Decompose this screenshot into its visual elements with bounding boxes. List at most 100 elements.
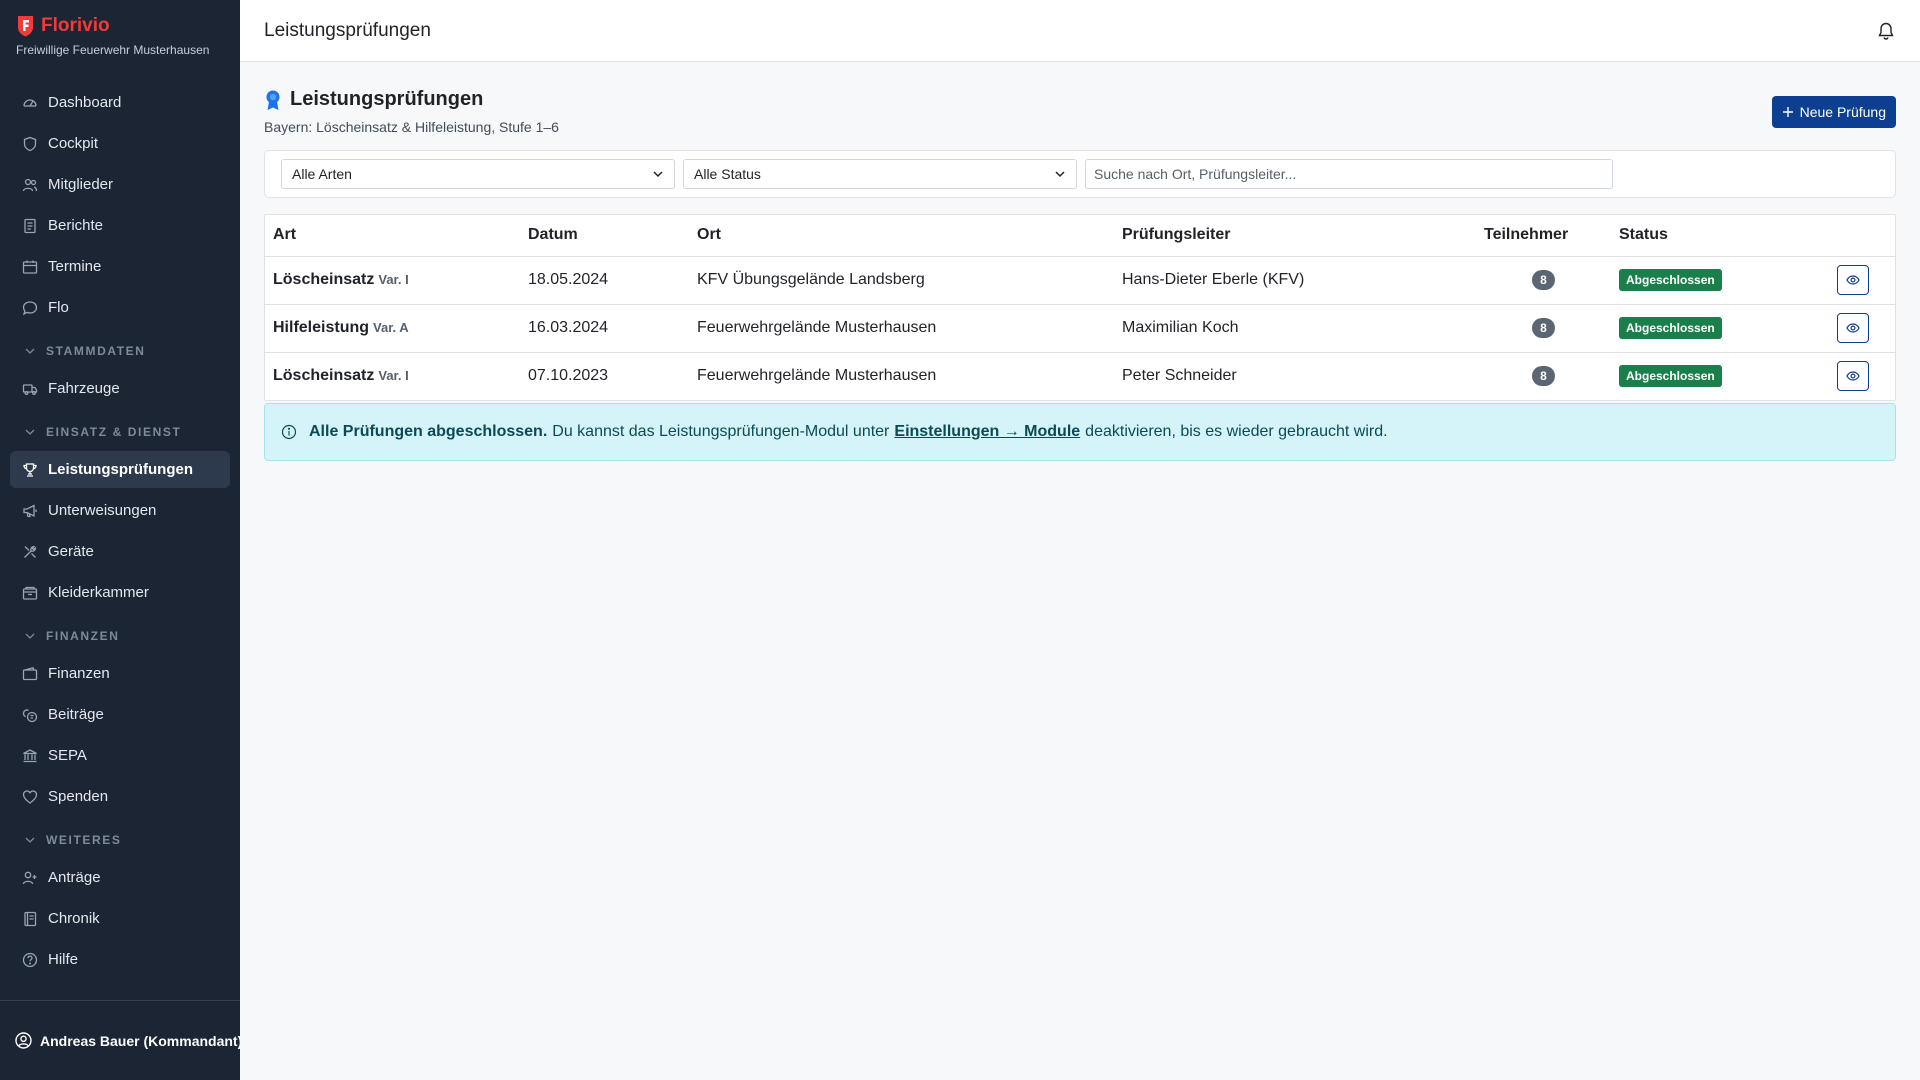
truck-icon [22,383,38,395]
col-status[interactable]: Status [1611,215,1811,257]
chevron-down-icon [25,633,35,639]
col-art[interactable]: Art [265,215,520,257]
tools-icon [24,545,37,558]
ort-cell: Feuerwehrgelände Musterhausen [689,304,1114,353]
sidebar-item-beitraege[interactable]: Beiträge [10,696,230,733]
wallet-icon [22,666,38,680]
status-filter-select[interactable]: Alle Status [683,159,1077,189]
info-icon [281,424,297,440]
bell-icon[interactable] [1876,21,1896,41]
topbar-title: Leistungsprüfungen [264,19,431,41]
sidebar-item-dashboard[interactable]: Dashboard [10,84,230,121]
sidebar-item-label: Mitglieder [48,176,114,193]
sidebar-item-label: Flo [48,299,69,316]
art-filter-select[interactable]: Alle Arten [281,159,675,189]
main-content: Leistungsprüfungen Bayern: Löscheinsatz … [264,62,1896,461]
sidebar-item-antraege[interactable]: Anträge [10,859,230,896]
users-icon [22,178,38,191]
section-label: FINANZEN [46,629,120,643]
sidebar-item-spenden[interactable]: Spenden [10,778,230,815]
sidebar-item-label: Anträge [48,869,101,886]
alert-text-before: Du kannst das Leistungsprüfungen-Modul u… [552,423,890,440]
section-weiteres[interactable]: WEITERES [10,825,230,855]
search-input[interactable] [1085,159,1613,189]
user-name: Andreas Bauer (Kommandant) [40,1032,240,1049]
col-datum[interactable]: Datum [520,215,689,257]
view-button[interactable] [1837,313,1869,343]
ort-cell: KFV Übungsgelände Landsberg [689,256,1114,305]
sidebar-item-fahrzeuge[interactable]: Fahrzeuge [10,370,230,407]
teilnehmer-badge: 8 [1532,318,1555,338]
sidebar-item-mitglieder[interactable]: Mitglieder [10,166,230,203]
col-pruefungsleiter[interactable]: Prüfungsleiter [1114,215,1476,257]
datum-cell: 18.05.2024 [520,256,689,305]
table-row[interactable]: Löscheinsatz Var. I 07.10.2023 Feuerwehrg… [265,352,1895,400]
sidebar-nav: Dashboard Cockpit Mitglieder Berichte Te… [0,70,240,978]
status-badge: Abgeschlossen [1619,317,1722,339]
datum-cell: 07.10.2023 [528,367,609,385]
sidebar-item-label: Finanzen [48,665,110,682]
sidebar-item-chronik[interactable]: Chronik [10,900,230,937]
settings-modules-link[interactable]: Einstellungen → Module [894,423,1080,441]
brand-name: Florivio [41,15,110,36]
sidebar-item-leistungspruefungen[interactable]: Leistungsprüfungen [10,451,230,488]
view-button[interactable] [1837,265,1869,295]
sidebar-item-label: Geräte [48,543,94,560]
heart-icon [22,789,38,804]
col-teilnehmer[interactable]: Teilnehmer [1476,215,1611,257]
leiter-cell: Hans-Dieter Eberle (KFV) [1114,256,1476,305]
section-label: STAMMDATEN [46,344,146,358]
section-finanzen[interactable]: FINANZEN [10,621,230,651]
sidebar-item-finanzen[interactable]: Finanzen [10,655,230,692]
art-filter-value: Alle Arten [292,166,352,182]
art-variant: Var. I [378,368,409,384]
page-header: Leistungsprüfungen Bayern: Löscheinsatz … [264,62,1896,150]
page-subtitle: Bayern: Löscheinsatz & Hilfeleistung, St… [264,119,559,135]
sidebar-item-label: Hilfe [48,951,79,968]
art-variant: Var. I [378,272,409,287]
user-menu[interactable]: Andreas Bauer (Kommandant) [0,1000,240,1080]
col-ort[interactable]: Ort [689,215,1114,257]
section-label: EINSATZ & DIENST [46,425,182,439]
sidebar-item-label: Kleiderkammer [48,584,149,601]
sidebar-item-geraete[interactable]: Geräte [10,533,230,570]
table-row[interactable]: Hilfeleistung Var. A 16.03.2024 Feuerwehr… [265,304,1895,353]
sidebar-item-label: Cockpit [48,135,99,152]
sidebar-item-termine[interactable]: Termine [10,248,230,285]
status-badge: Abgeschlossen [1619,269,1722,291]
leiter-cell: Maximilian Koch [1114,304,1476,353]
sidebar-item-unterweisungen[interactable]: Unterweisungen [10,492,230,529]
table-row[interactable]: Löscheinsatz Var. I 18.05.2024 KFV Übungs… [265,256,1895,305]
status-badge: Abgeschlossen [1619,365,1722,388]
sidebar-item-label: Beiträge [48,706,104,723]
teilnehmer-badge: 8 [1532,366,1555,387]
section-stammdaten[interactable]: STAMMDATEN [10,336,230,366]
eye-icon [1846,323,1860,333]
status-filter-value: Alle Status [694,166,761,182]
sidebar-item-flo[interactable]: Flo [10,289,230,326]
sidebar-item-label: SEPA [48,747,87,764]
teilnehmer-badge: 8 [1532,270,1555,290]
sidebar: Florivio Freiwillige Feuerwehr Musterhau… [0,0,240,1080]
user-plus-icon [22,871,37,884]
art-variant: Var. A [373,320,409,335]
sidebar-item-label: Fahrzeuge [48,380,120,397]
trophy-icon [23,462,37,477]
new-pruefung-label: Neue Prüfung [1799,104,1886,120]
sidebar-item-sepa[interactable]: SEPA [10,737,230,774]
sidebar-item-berichte[interactable]: Berichte [10,207,230,244]
new-pruefung-button[interactable]: Neue Prüfung [1771,96,1896,128]
chevron-down-icon [25,429,35,435]
sidebar-item-kleiderkammer[interactable]: Kleiderkammer [10,574,230,611]
brand-link[interactable]: Florivio [16,15,224,37]
eye-icon [1846,275,1860,285]
sidebar-item-cockpit[interactable]: Cockpit [10,125,230,162]
sidebar-item-label: Spenden [48,788,109,805]
view-button[interactable] [1837,361,1869,392]
topbar: Leistungsprüfungen [240,0,1920,62]
sidebar-item-hilfe[interactable]: Hilfe [10,941,230,978]
alert-strong: Alle Prüfungen abgeschlossen. [309,423,548,440]
sidebar-item-label: Termine [48,258,102,275]
section-einsatz-dienst[interactable]: EINSATZ & DIENST [10,417,230,447]
megaphone-icon [23,503,37,517]
